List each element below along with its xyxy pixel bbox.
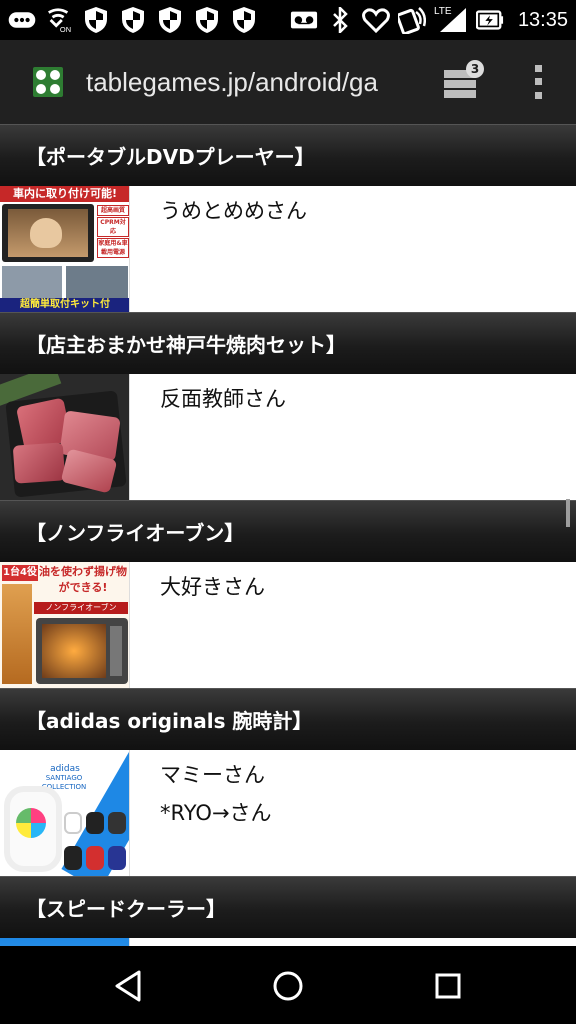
bluetooth-icon	[326, 6, 354, 34]
thumb-caption: 油を使わず揚げ物ができる!	[39, 565, 127, 594]
network-type-label: LTE	[433, 6, 452, 17]
menu-dot-icon	[534, 91, 542, 99]
thumb-caption: CPRM対応	[97, 217, 129, 237]
shield-icon	[119, 6, 147, 34]
shield-icon	[193, 6, 221, 34]
prize-entry: 1台4役 油を使わず揚げ物ができる! ノンフライオーブン 大好きさん	[0, 562, 576, 688]
prize-header: 【ポータブルDVDプレーヤー】	[0, 124, 576, 186]
tab-count-badge: 3	[466, 60, 484, 78]
svg-text:ON: ON	[60, 25, 71, 34]
site-favicon-icon	[33, 67, 63, 97]
menu-dot-icon	[534, 78, 542, 86]
prize-entry: 車内に取り付け可能! 超高画質 CPRM対応 家庭用&車載用電源 超簡単取付キッ…	[0, 186, 576, 312]
url-field[interactable]: tablegames.jp/android/ga	[86, 67, 408, 98]
prize-header: 【スピードクーラー】	[0, 876, 576, 938]
navigation-bar	[0, 946, 576, 1024]
scroll-indicator[interactable]	[566, 499, 570, 527]
shield-icon	[156, 6, 184, 34]
non-fry-oven-photo[interactable]: 1台4役 油を使わず揚げ物ができる! ノンフライオーブン	[0, 562, 130, 688]
prize-header: 【店主おまかせ神戸牛焼肉セット】	[0, 312, 576, 374]
winner-name: *RYO→さん	[160, 801, 272, 825]
winner-name: 大好きさん	[160, 575, 265, 599]
browser-toolbar: tablegames.jp/android/ga 3	[0, 40, 576, 124]
recents-button[interactable]	[426, 964, 470, 1008]
winner-name: うめとめめさん	[160, 199, 307, 223]
tab-switcher-button[interactable]: 3	[438, 58, 486, 106]
status-bar: ON LTE 13:35	[0, 0, 576, 40]
kobe-beef-yakiniku-photo[interactable]	[0, 374, 130, 500]
home-button[interactable]	[266, 964, 310, 1008]
clock: 13:35	[517, 8, 568, 31]
thumb-caption: 家庭用&車載用電源	[97, 238, 129, 258]
thumb-caption: ノンフライオーブン	[34, 602, 128, 614]
nfc-icon	[397, 6, 426, 34]
signal-icon: LTE	[434, 6, 468, 34]
winner-name: マミーさん	[160, 763, 265, 787]
menu-dot-icon	[534, 65, 542, 73]
prize-entry: 7 Color adidas SANTIAGO COLLECTION マミーさん…	[0, 750, 576, 876]
prize-header: 【ノンフライオーブン】	[0, 500, 576, 562]
back-button[interactable]	[106, 964, 150, 1008]
web-content[interactable]: 【ポータブルDVDプレーヤー】 車内に取り付け可能! 超高画質 CPRM対応 家…	[0, 124, 576, 946]
wifi-calling-icon: ON	[45, 6, 73, 34]
shield-icon	[82, 6, 110, 34]
shield-icon	[230, 6, 258, 34]
winner-name: 反面教師さん	[160, 387, 286, 411]
voicemail-icon	[290, 6, 318, 34]
overflow-menu-button[interactable]	[526, 62, 550, 102]
thumb-caption: 車内に取り付け可能!	[0, 186, 129, 202]
speed-cooler-photo[interactable]	[0, 938, 130, 946]
battery-icon	[475, 6, 504, 34]
thumb-caption: 1台4役	[2, 565, 38, 581]
adidas-watch-photo[interactable]: 7 Color adidas SANTIAGO COLLECTION	[0, 750, 130, 876]
recents-icon	[435, 973, 461, 999]
prize-header: 【adidas originals 腕時計】	[0, 688, 576, 750]
thumb-caption: 超高画質	[97, 205, 129, 216]
prize-entry	[0, 938, 576, 946]
home-icon	[273, 971, 303, 1001]
portable-dvd-player-photo[interactable]: 車内に取り付け可能! 超高画質 CPRM対応 家庭用&車載用電源 超簡単取付キッ…	[0, 186, 130, 312]
heart-icon	[361, 6, 390, 34]
back-icon	[115, 970, 141, 1002]
thumb-caption: 超簡単取付キット付	[0, 298, 129, 312]
notification-icon	[8, 6, 36, 34]
thumb-caption: adidas	[50, 764, 80, 774]
prize-entry: 反面教師さん	[0, 374, 576, 500]
